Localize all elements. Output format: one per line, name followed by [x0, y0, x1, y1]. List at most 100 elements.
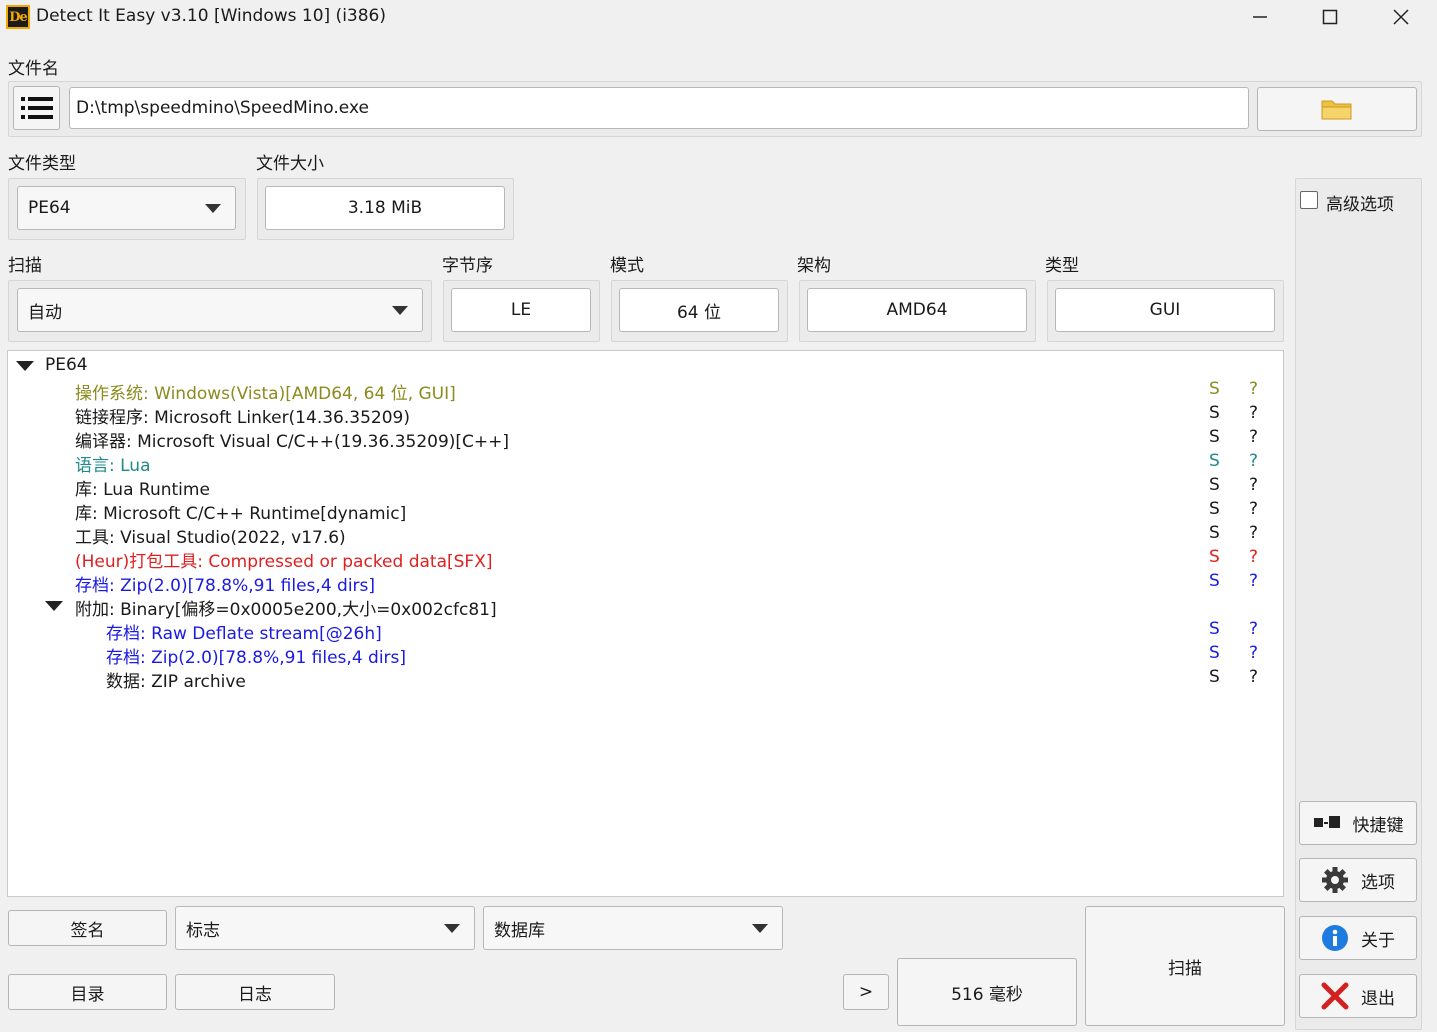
arch-field: AMD64 — [807, 288, 1027, 332]
overlay-row[interactable]: 附加: Binary[偏移=0x0005e200,大小=0x002cfc81] — [8, 594, 1283, 620]
gear-icon — [1321, 866, 1349, 894]
result-row[interactable]: 编译器: Microsoft Visual C/C++(19.36.35209)… — [8, 426, 1283, 452]
scan-time-button[interactable]: 516 毫秒 — [897, 958, 1077, 1026]
about-label: 关于 — [1361, 930, 1395, 951]
advanced-checkbox[interactable] — [1300, 191, 1318, 209]
mode-label: 模式 — [610, 256, 644, 276]
result-text: 库: Microsoft C/C++ Runtime[dynamic] — [75, 504, 407, 524]
file-path-input[interactable]: D:\tmp\speedmino\SpeedMino.exe — [69, 87, 1249, 129]
signature-link[interactable]: S — [1209, 499, 1220, 519]
close-window-button[interactable] — [1366, 0, 1436, 34]
file-type-select[interactable]: PE64 — [17, 186, 236, 230]
signatures-button[interactable]: 签名 — [8, 910, 167, 946]
scan-label: 扫描 — [8, 256, 42, 276]
flags-select[interactable]: 标志 — [175, 906, 475, 950]
signature-link[interactable]: S — [1209, 619, 1220, 639]
app-logo-icon: De — [6, 5, 30, 29]
chevron-down-icon — [444, 924, 460, 933]
result-row[interactable]: 操作系统: Windows(Vista)[AMD64, 64 位, GUI] S? — [8, 378, 1283, 404]
window-title: Detect It Easy v3.10 [Windows 10] (i386) — [36, 6, 386, 26]
file-list-button[interactable] — [13, 86, 60, 130]
info-link[interactable]: ? — [1249, 619, 1258, 639]
options-button[interactable]: 选项 — [1299, 858, 1417, 902]
chevron-down-icon — [205, 204, 221, 213]
signature-link[interactable]: S — [1209, 523, 1220, 543]
info-link[interactable]: ? — [1249, 427, 1258, 447]
result-row[interactable]: 存档: Raw Deflate stream[@26h] S? — [8, 618, 1283, 644]
result-row[interactable]: 工具: Visual Studio(2022, v17.6) S? — [8, 522, 1283, 548]
mode-field: 64 位 — [619, 288, 779, 332]
result-text: 工具: Visual Studio(2022, v17.6) — [75, 528, 346, 548]
log-button[interactable]: 日志 — [175, 974, 335, 1010]
result-text: 链接程序: Microsoft Linker(14.36.35209) — [75, 408, 410, 428]
signature-link[interactable]: S — [1209, 427, 1220, 447]
minimize-button[interactable] — [1225, 0, 1295, 34]
info-link[interactable]: ? — [1249, 643, 1258, 663]
result-row[interactable]: 库: Lua Runtime S? — [8, 474, 1283, 500]
signature-link[interactable]: S — [1209, 571, 1220, 591]
result-text: 编译器: Microsoft Visual C/C++(19.36.35209)… — [75, 432, 510, 452]
scan-button[interactable]: 扫描 — [1085, 906, 1285, 1026]
result-text: 存档: Zip(2.0)[78.8%,91 files,4 dirs] — [75, 576, 376, 596]
result-row[interactable]: 语言: Lua S? — [8, 450, 1283, 476]
result-row[interactable]: 库: Microsoft C/C++ Runtime[dynamic] S? — [8, 498, 1283, 524]
shortcuts-button[interactable]: 快捷键 — [1299, 801, 1417, 845]
info-icon — [1321, 924, 1349, 952]
type-label: 类型 — [1045, 256, 1079, 276]
file-size-field: 3.18 MiB — [265, 186, 505, 230]
scan-mode-value: 自动 — [28, 302, 62, 323]
result-text: 数据: ZIP archive — [106, 672, 246, 692]
result-text: 存档: Raw Deflate stream[@26h] — [106, 624, 382, 644]
result-text: (Heur)打包工具: Compressed or packed data[SF… — [75, 552, 493, 572]
chevron-down-icon — [752, 924, 768, 933]
info-link[interactable]: ? — [1249, 379, 1258, 399]
signature-link[interactable]: S — [1209, 643, 1220, 663]
signature-link[interactable]: S — [1209, 403, 1220, 423]
info-link[interactable]: ? — [1249, 403, 1258, 423]
tree-root-row[interactable]: PE64 — [8, 354, 1283, 378]
result-row[interactable]: 链接程序: Microsoft Linker(14.36.35209) S? — [8, 402, 1283, 428]
result-text: 操作系统: Windows(Vista)[AMD64, 64 位, GUI] — [75, 384, 456, 404]
tree-root-label: PE64 — [45, 355, 88, 375]
directory-button[interactable]: 目录 — [8, 974, 167, 1010]
open-file-button[interactable] — [1257, 87, 1417, 131]
signature-link[interactable]: S — [1209, 667, 1220, 687]
info-link[interactable]: ? — [1249, 667, 1258, 687]
database-select[interactable]: 数据库 — [483, 906, 783, 950]
file-size-label: 文件大小 — [256, 154, 324, 174]
database-value: 数据库 — [494, 920, 545, 941]
info-link[interactable]: ? — [1249, 547, 1258, 567]
info-link[interactable]: ? — [1249, 523, 1258, 543]
result-row[interactable]: 数据: ZIP archive S? — [8, 666, 1283, 692]
chevron-down-icon — [392, 306, 408, 315]
info-link[interactable]: ? — [1249, 571, 1258, 591]
signature-link[interactable]: S — [1209, 451, 1220, 471]
signature-link[interactable]: S — [1209, 379, 1220, 399]
result-text: 存档: Zip(2.0)[78.8%,91 files,4 dirs] — [106, 648, 407, 668]
list-icon — [20, 97, 53, 119]
more-button[interactable]: > — [843, 974, 889, 1010]
info-link[interactable]: ? — [1249, 451, 1258, 471]
maximize-button[interactable] — [1295, 0, 1365, 34]
exit-x-icon — [1321, 982, 1349, 1010]
advanced-label: 高级选项 — [1326, 195, 1394, 215]
info-link[interactable]: ? — [1249, 475, 1258, 495]
results-tree[interactable]: PE64 操作系统: Windows(Vista)[AMD64, 64 位, G… — [7, 350, 1284, 897]
file-type-value: PE64 — [28, 198, 71, 218]
result-row[interactable]: (Heur)打包工具: Compressed or packed data[SF… — [8, 546, 1283, 572]
about-button[interactable]: 关于 — [1299, 916, 1417, 960]
folder-icon — [1321, 100, 1352, 120]
overlay-label: 附加: Binary[偏移=0x0005e200,大小=0x002cfc81] — [75, 600, 497, 620]
result-row[interactable]: 存档: Zip(2.0)[78.8%,91 files,4 dirs] S? — [8, 642, 1283, 668]
expand-triangle-icon[interactable] — [45, 601, 63, 611]
info-link[interactable]: ? — [1249, 499, 1258, 519]
file-name-label: 文件名 — [8, 59, 59, 79]
endian-field: LE — [451, 288, 591, 332]
result-row[interactable]: 存档: Zip(2.0)[78.8%,91 files,4 dirs] S? — [8, 570, 1283, 596]
signature-link[interactable]: S — [1209, 475, 1220, 495]
type-field: GUI — [1055, 288, 1275, 332]
expand-triangle-icon[interactable] — [16, 361, 34, 371]
exit-button[interactable]: 退出 — [1299, 974, 1417, 1018]
signature-link[interactable]: S — [1209, 547, 1220, 567]
scan-mode-select[interactable]: 自动 — [17, 288, 423, 332]
